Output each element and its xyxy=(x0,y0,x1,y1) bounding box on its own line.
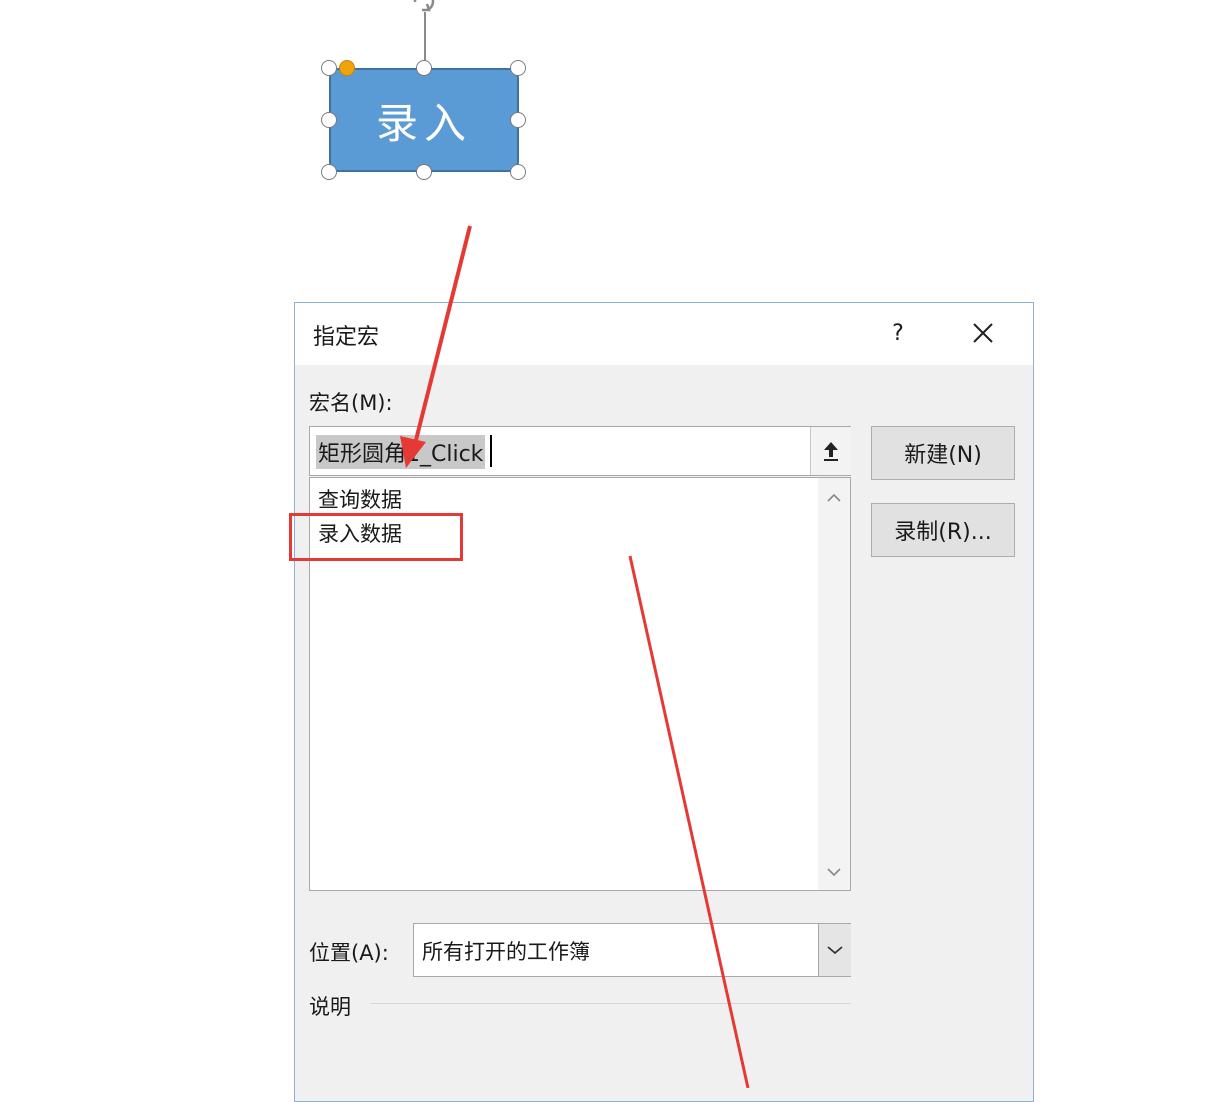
upload-arrow-icon xyxy=(824,442,838,461)
text-caret xyxy=(490,435,492,467)
chevron-down-icon xyxy=(827,868,841,877)
location-dropdown-button[interactable] xyxy=(818,924,851,976)
resize-handle-bottom[interactable] xyxy=(416,164,432,180)
resize-handle-left[interactable] xyxy=(321,112,337,128)
close-button[interactable] xyxy=(963,313,1003,353)
chevron-down-icon xyxy=(827,946,843,955)
selected-shape[interactable]: 录入 xyxy=(300,0,560,200)
chevron-up-icon xyxy=(827,493,841,502)
macro-name-label: 宏名(M): xyxy=(309,391,393,415)
list-item[interactable]: 查询数据 xyxy=(318,484,402,514)
record-button-label: 录制(R)... xyxy=(894,520,992,545)
close-icon xyxy=(973,323,993,343)
adjust-handle[interactable] xyxy=(339,60,355,76)
location-value: 所有打开的工作簿 xyxy=(422,940,590,964)
macro-list-scrollbar[interactable] xyxy=(818,478,850,890)
description-label: 说明 xyxy=(309,995,351,1019)
new-button[interactable]: 新建(N) xyxy=(871,426,1015,480)
location-label: 位置(A): xyxy=(309,941,389,965)
description-divider xyxy=(371,1003,851,1004)
resize-handle-top-left[interactable] xyxy=(321,60,337,76)
help-label: ? xyxy=(892,320,904,346)
scroll-up-button[interactable] xyxy=(818,480,850,516)
macro-name-value: 矩形圆角1_Click xyxy=(316,435,486,469)
resize-handle-top-right[interactable] xyxy=(510,60,526,76)
dialog-titlebar: 指定宏 ? xyxy=(295,303,1033,365)
location-select[interactable]: 所有打开的工作簿 xyxy=(413,923,851,977)
rounded-rectangle-shape[interactable]: 录入 xyxy=(329,68,519,172)
dialog-title: 指定宏 xyxy=(313,325,380,350)
record-button[interactable]: 录制(R)... xyxy=(871,503,1015,557)
new-button-label: 新建(N) xyxy=(904,443,982,468)
resize-handle-bottom-left[interactable] xyxy=(321,164,337,180)
macro-name-input[interactable]: 矩形圆角1_Click xyxy=(309,426,851,476)
scroll-down-button[interactable] xyxy=(818,854,850,890)
help-button[interactable]: ? xyxy=(879,313,917,353)
shape-text: 录入 xyxy=(375,98,472,148)
resize-handle-right[interactable] xyxy=(510,112,526,128)
collapse-dialog-button[interactable] xyxy=(810,427,851,475)
annotation-highlight-box xyxy=(289,513,463,561)
resize-handle-top[interactable] xyxy=(416,60,432,76)
resize-handle-bottom-right[interactable] xyxy=(510,164,526,180)
assign-macro-dialog: 指定宏 ? 宏名(M): 矩形圆角1_Click 查询数据 录入数据 新建(N)… xyxy=(294,302,1034,1102)
